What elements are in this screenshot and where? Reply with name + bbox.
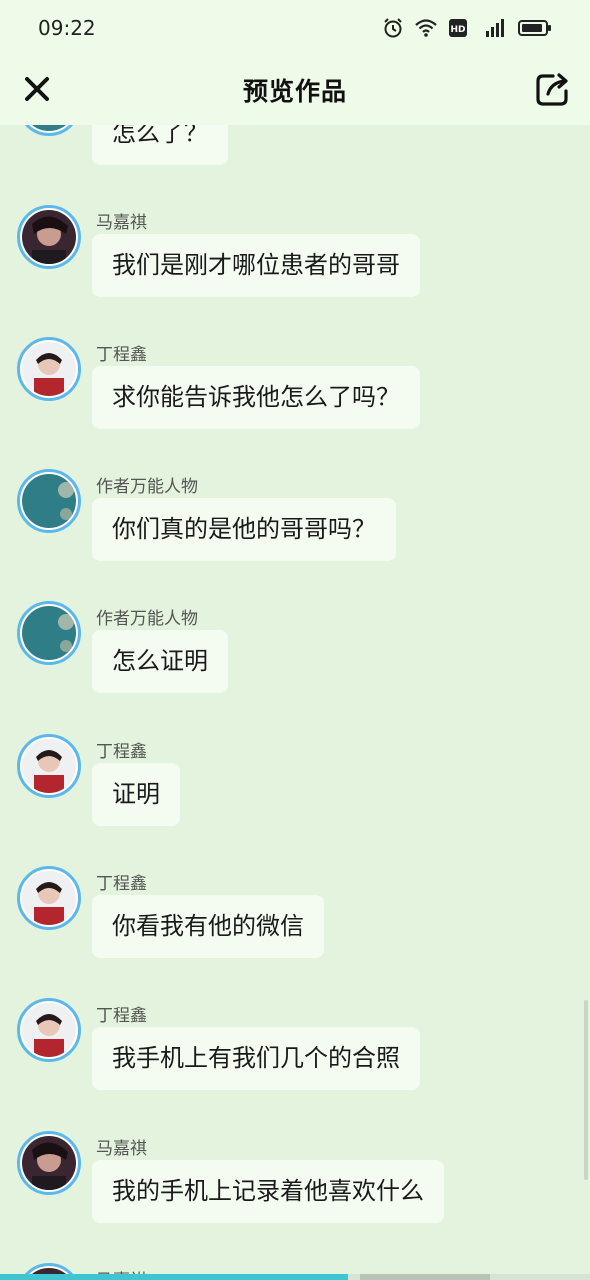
alarm-icon (384, 17, 402, 37)
svg-text:HD: HD (450, 25, 465, 35)
status-icons: HD (382, 17, 552, 39)
reading-progress-bar (0, 1274, 590, 1280)
status-time: 09:22 (38, 15, 96, 40)
chat-list[interactable]: 怎么了？ 马嘉祺 我们是刚才哪位患者的哥哥 丁程鑫 求你能告诉我他怎么了吗？ 作… (0, 0, 590, 1280)
message-bubble: 我的手机上记录着他喜欢什么 (92, 1160, 444, 1223)
progress-fill (0, 1274, 349, 1280)
signal-icon (486, 18, 504, 37)
nav-bar: 预览作品 (0, 55, 590, 125)
message-bubble: 证明 (92, 763, 180, 826)
message-bubble: 你看我有他的微信 (92, 895, 324, 958)
message-bubble: 我手机上有我们几个的合照 (92, 1027, 420, 1090)
avatar[interactable] (17, 469, 81, 533)
avatar[interactable] (17, 601, 81, 665)
page-title: 预览作品 (242, 77, 347, 106)
avatar[interactable] (17, 1131, 81, 1195)
avatar[interactable] (17, 337, 81, 401)
message-bubble: 你们真的是他的哥哥吗？ (92, 498, 396, 561)
hd-icon: HD (449, 18, 467, 37)
avatar[interactable] (17, 866, 81, 930)
battery-icon (518, 19, 551, 36)
share-icon[interactable] (534, 70, 572, 108)
sender-name: 丁程鑫 (96, 345, 147, 365)
sender-name: 作者万能人物 (96, 477, 198, 497)
avatar[interactable] (17, 734, 81, 798)
wifi-icon (415, 18, 437, 37)
message-bubble: 怎么证明 (92, 630, 228, 693)
sender-name: 马嘉祺 (96, 213, 147, 233)
sender-name: 马嘉祺 (96, 1139, 147, 1159)
sender-name: 丁程鑫 (96, 874, 147, 894)
close-icon[interactable] (20, 72, 54, 106)
status-bar: 09:22 HD (0, 0, 590, 55)
sender-name: 丁程鑫 (96, 1006, 147, 1026)
message-bubble: 求你能告诉我他怎么了吗？ (92, 366, 420, 429)
scrollbar[interactable] (584, 1000, 588, 1180)
sender-name: 丁程鑫 (96, 742, 147, 762)
sender-name: 作者万能人物 (96, 609, 198, 629)
avatar[interactable] (17, 998, 81, 1062)
avatar[interactable] (17, 205, 81, 269)
progress-remaining (360, 1274, 490, 1280)
message-bubble: 我们是刚才哪位患者的哥哥 (92, 234, 420, 297)
